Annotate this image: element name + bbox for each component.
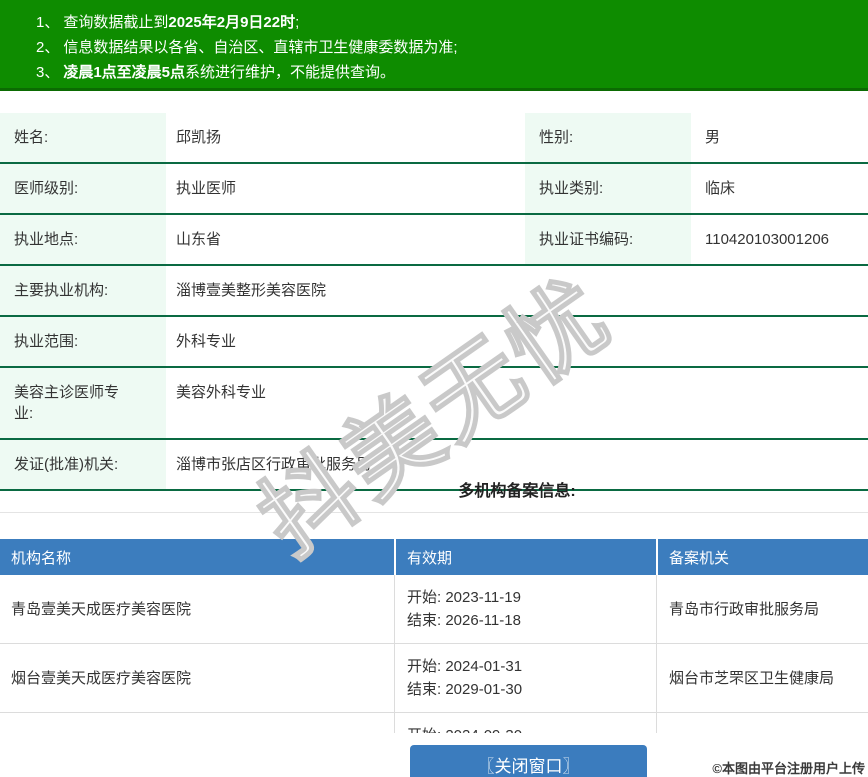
field-label-practice-location: 执业地点: — [0, 215, 166, 264]
field-label-cosmetic-specialty: 美容主诊医师专业: — [0, 368, 166, 438]
notice-text: 查询数据截止到 — [63, 14, 169, 31]
column-header-institution: 机构名称 — [0, 539, 394, 575]
field-label-practice-category: 执业类别: — [525, 164, 691, 213]
field-value-doctor-level: 执业医师 — [176, 180, 237, 197]
field-value-practice-scope: 外科专业 — [176, 333, 237, 350]
field-value-gender: 男 — [705, 129, 721, 146]
query-result-page: 1、 查询数据截止到2025年2月9日22时; 2、 信息数据结果以各省、自治区、直… — [0, 0, 868, 777]
notice-text-bold: 2025年2月9日22时 — [168, 14, 296, 31]
footer-bar: 〖关闭窗口〗 ©本图由平台注册用户上传 — [0, 733, 868, 777]
cell-filing-agency: 青岛市行政审批服务局 — [656, 575, 868, 643]
table-row: 美容主诊医师专业: 美容外科专业 — [0, 368, 868, 440]
field-label-issuing-authority: 发证(批准)机关: — [0, 440, 166, 489]
field-label-gender: 性别: — [525, 113, 691, 162]
notice-text: 系统进行维护，不能提供查询。 — [185, 64, 396, 81]
notice-line-2: 2、 信息数据结果以各省、自治区、直辖市卫生健康委数据为准; — [36, 35, 868, 60]
notice-number: 1、 — [36, 14, 60, 31]
field-label-name: 姓名: — [0, 113, 166, 162]
notice-number: 3、 — [36, 64, 60, 81]
profile-table: 姓名: 邱凯扬 性别: 男 医师级别: 执业医师 执业类别: 临床 执业地点: … — [0, 113, 868, 491]
field-value-main-institution: 淄博壹美整形美容医院 — [176, 282, 327, 299]
table-row: 姓名: 邱凯扬 性别: 男 — [0, 113, 868, 164]
field-value-cosmetic-specialty: 美容外科专业 — [176, 384, 267, 401]
field-label-doctor-level: 医师级别: — [0, 164, 166, 213]
table-row: 执业地点: 山东省 执业证书编码: 110420103001206 — [0, 215, 868, 266]
column-header-validity: 有效期 — [394, 539, 656, 575]
upload-attribution-note: ©本图由平台注册用户上传 — [712, 761, 865, 776]
table-row: 烟台壹美天成医疗美容医院 开始: 2024-01-31 结束: 2029-01-… — [0, 644, 868, 713]
notice-line-3: 3、 凌晨1点至凌晨5点系统进行维护，不能提供查询。 — [36, 60, 868, 85]
field-value-practice-location: 山东省 — [176, 231, 222, 248]
table-row: 医师级别: 执业医师 执业类别: 临床 — [0, 164, 868, 215]
table-row: 主要执业机构: 淄博壹美整形美容医院 — [0, 266, 868, 317]
cell-validity-period: 开始: 2024-01-31 结束: 2029-01-30 — [394, 644, 656, 712]
notice-number: 2、 — [36, 39, 60, 56]
validity-start: 开始: 2024-01-31 — [407, 658, 523, 675]
field-value-name: 邱凯扬 — [176, 129, 222, 146]
field-value-practice-category: 临床 — [705, 180, 736, 197]
notice-text: 信息数据结果以各省、自治区、直辖市卫生健康委数据为准; — [63, 39, 458, 56]
divider-line — [0, 512, 868, 513]
notice-line-1: 1、 查询数据截止到2025年2月9日22时; — [36, 10, 868, 35]
validity-end: 结束: 2026-11-18 — [407, 612, 521, 629]
field-label-license-number: 执业证书编码: — [525, 215, 691, 264]
cell-institution-name: 青岛壹美天成医疗美容医院 — [11, 600, 192, 618]
cell-validity-period: 开始: 2023-11-19 结束: 2026-11-18 — [394, 575, 656, 643]
table-row: 青岛壹美天成医疗美容医院 开始: 2023-11-19 结束: 2026-11-… — [0, 575, 868, 644]
field-label-main-institution: 主要执业机构: — [0, 266, 166, 315]
cell-institution-name: 烟台壹美天成医疗美容医院 — [11, 669, 192, 687]
multi-institution-section-title: 多机构备案信息: — [458, 482, 576, 500]
filing-table-header: 机构名称 有效期 备案机关 — [0, 539, 868, 575]
notice-text: ; — [295, 14, 300, 31]
field-label-practice-scope: 执业范围: — [0, 317, 166, 366]
table-row: 执业范围: 外科专业 — [0, 317, 868, 368]
validity-start: 开始: 2023-11-19 — [407, 589, 521, 606]
close-window-button[interactable]: 〖关闭窗口〗 — [410, 745, 647, 777]
validity-end: 结束: 2029-01-30 — [407, 681, 523, 698]
column-header-agency: 备案机关 — [656, 539, 868, 575]
field-value-license-number: 110420103001206 — [705, 231, 830, 248]
notice-text-bold: 凌晨1点至凌晨5点 — [63, 64, 186, 81]
cell-filing-agency: 烟台市芝罘区卫生健康局 — [656, 644, 868, 712]
notice-bar: 1、 查询数据截止到2025年2月9日22时; 2、 信息数据结果以各省、自治区、直… — [0, 0, 868, 91]
